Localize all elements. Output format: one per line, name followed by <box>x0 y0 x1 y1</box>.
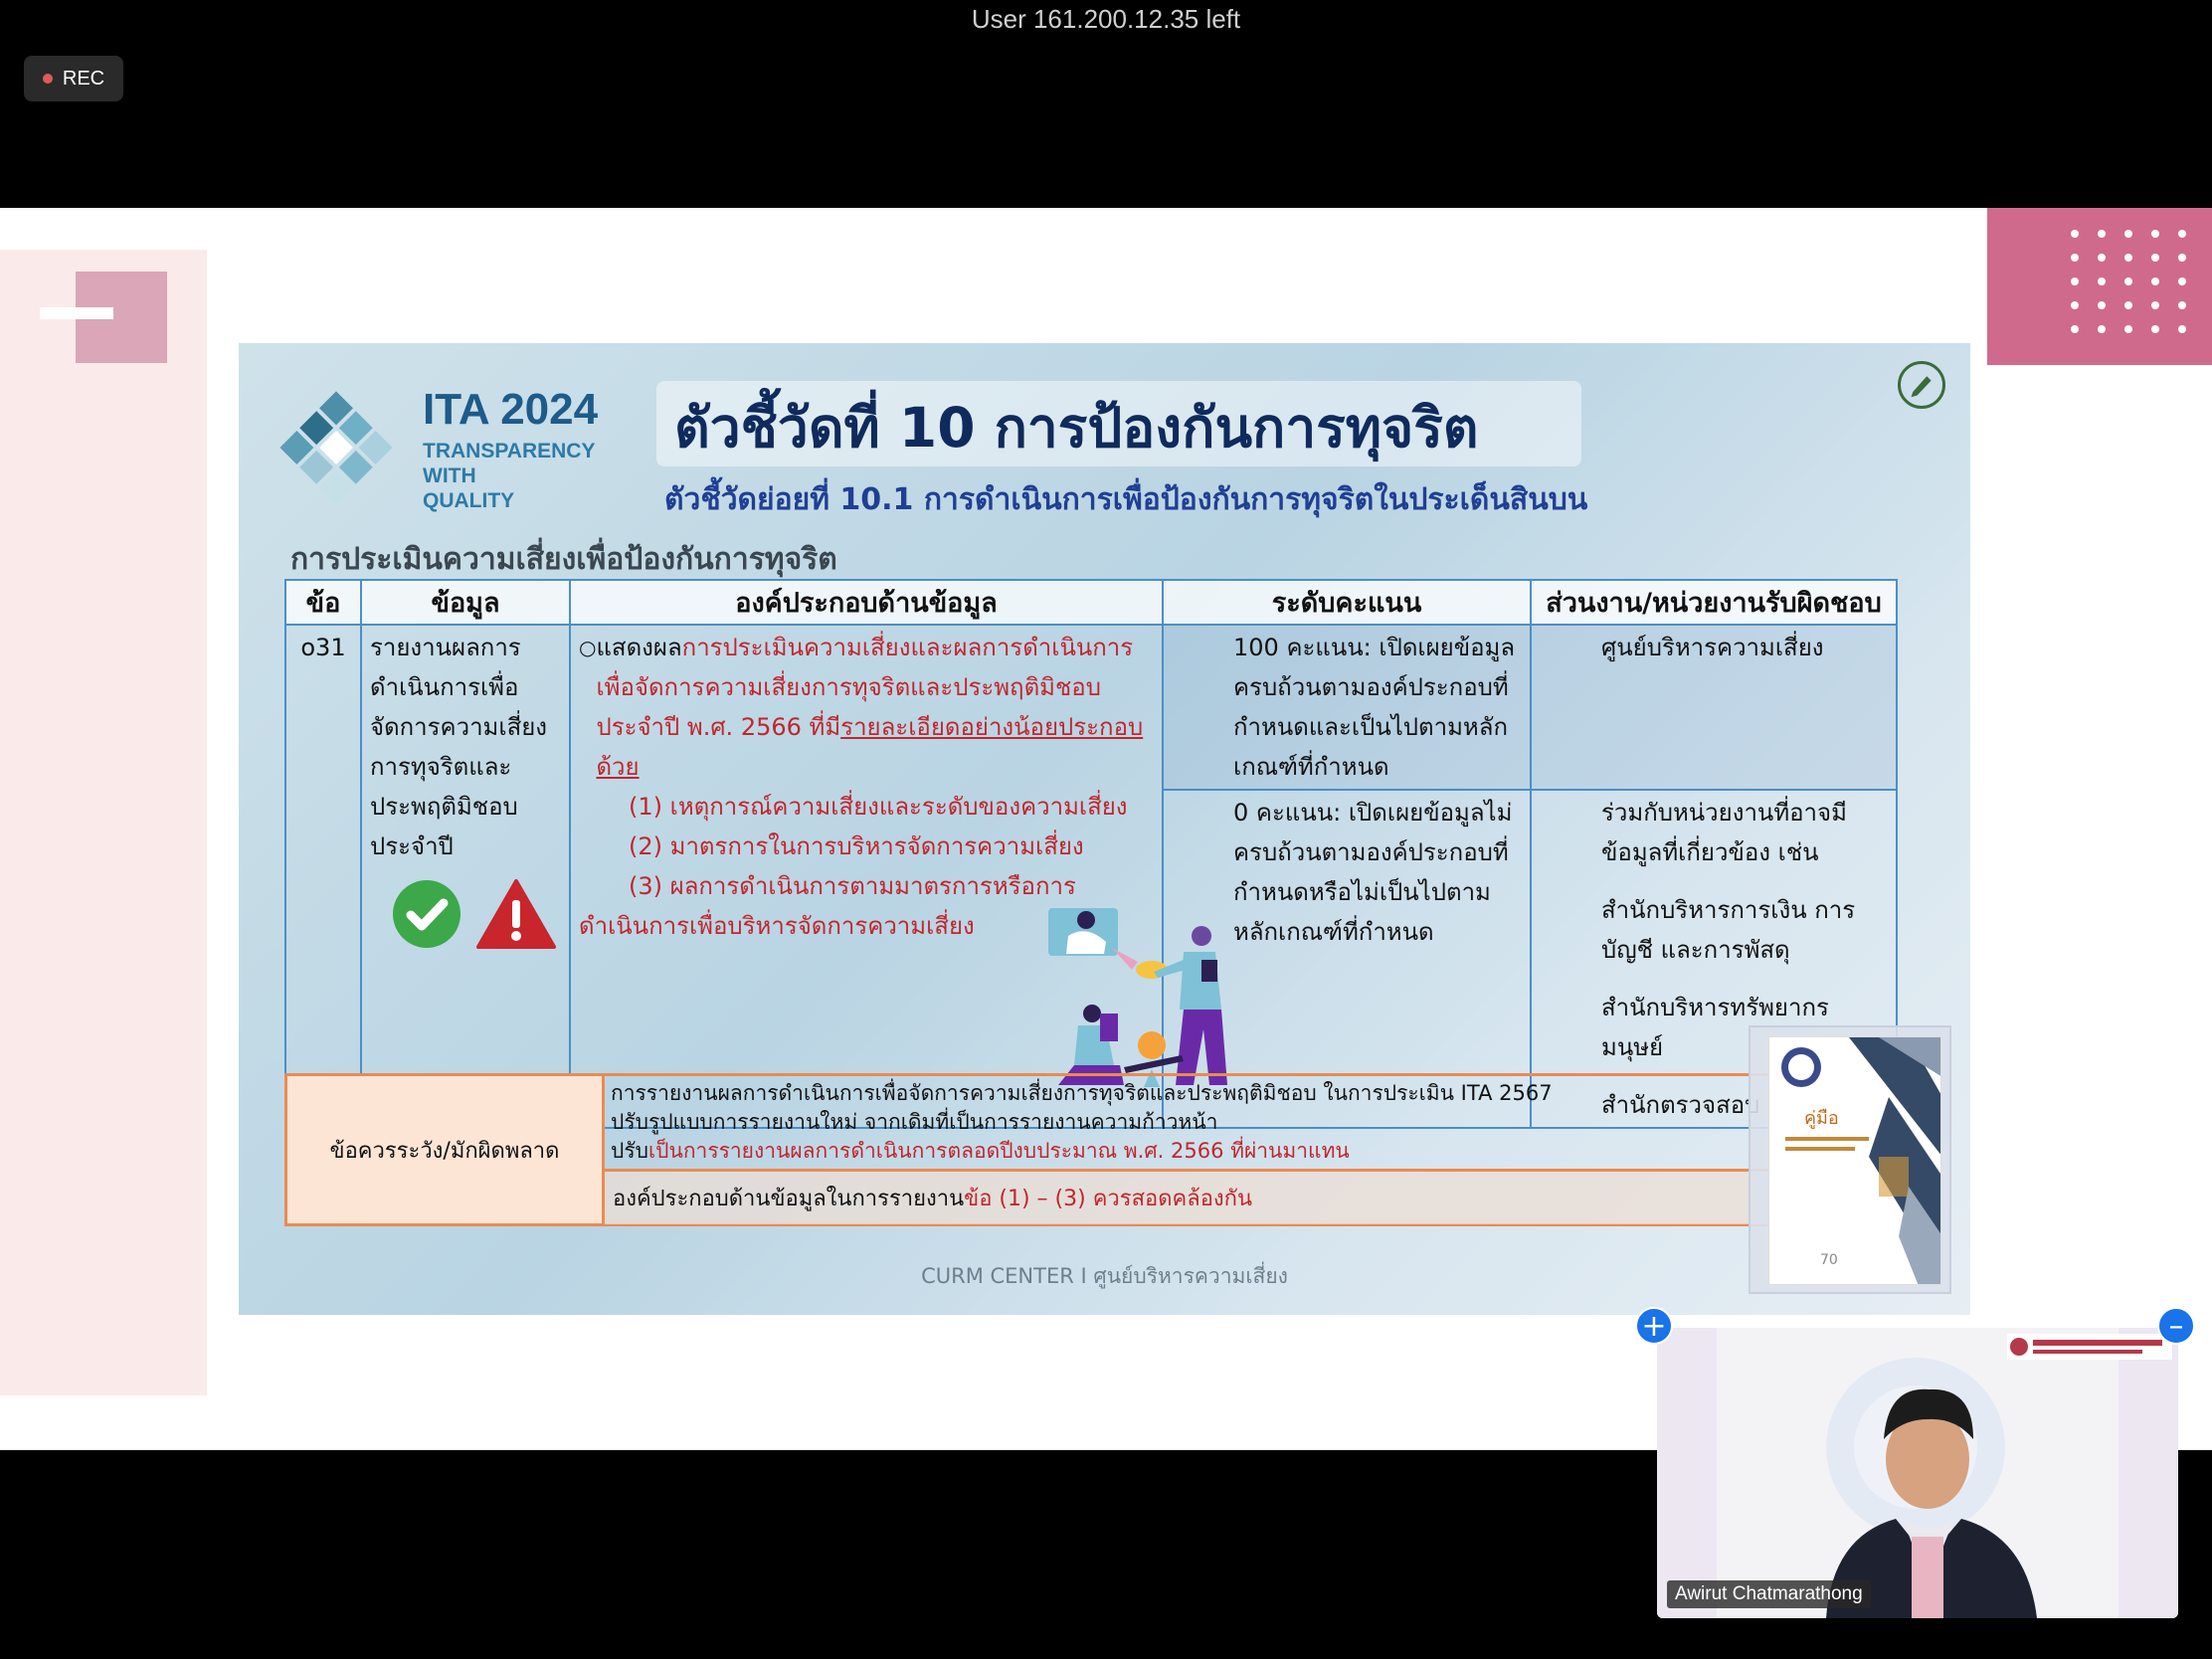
components-intro: แสดงผล <box>596 634 682 661</box>
recording-indicator: REC <box>24 56 123 101</box>
components-bullet-row: ○ แสดงผลการประเมินความเสี่ยงและผลการดำเน… <box>579 628 1154 787</box>
responsible-with-text: ร่วมกับหน่วยงานที่อาจมีข้อมูลที่เกี่ยวข้… <box>1601 799 1847 866</box>
column-header: ระดับคะแนน <box>1162 579 1532 626</box>
handbook-cover-art <box>1781 1037 1940 1284</box>
info-text: รายงานผลการดำเนินการเพื่อจัดการความเสี่ย… <box>370 634 548 860</box>
warning-row-prefix: องค์ประกอบด้านข้อมูลในการรายงาน <box>613 1187 965 1211</box>
score-100-cell: 100 คะแนน: เปิดเผยข้อมูลครบถ้วนตามองค์ปร… <box>1162 624 1532 791</box>
speaker-video-frame <box>1657 1328 2178 1618</box>
warning-line: การรายงานผลการดำเนินการเพื่อจัดการความเส… <box>611 1081 1553 1105</box>
column-header: ข้อ <box>284 579 362 626</box>
enlarge-video-button[interactable]: + <box>1635 1307 1673 1345</box>
logo-title: ITA 2024 <box>423 385 599 434</box>
column-header: องค์ประกอบด้านข้อมูล <box>569 579 1164 626</box>
ita-logo-icon <box>279 391 393 504</box>
participant-left-notice: User 161.200.12.35 left <box>971 4 1241 34</box>
screen-share-area: ITA 2024 TRANSPARENCY WITH QUALITY ตัวชี… <box>0 208 2212 1450</box>
item-number-cell: o31 <box>284 624 362 1129</box>
handbook-title: คู่มือ <box>1804 1108 1839 1129</box>
record-dot-icon <box>42 74 53 84</box>
warning-row-highlight: ข้อ (1) – (3) ควรสอดคล้องกัน <box>964 1187 1253 1211</box>
responsible-unit: สำนักบริหารการเงิน การบัญชี และการพัสดุ <box>1601 896 1856 964</box>
warning-line-highlight: เป็นการรายงานผลการดำเนินการตลอดปีงบประมา… <box>647 1139 1350 1163</box>
presentation-slide: ITA 2024 TRANSPARENCY WITH QUALITY ตัวชี… <box>239 343 1970 1315</box>
rec-label: REC <box>62 67 105 90</box>
annotate-pencil-icon[interactable] <box>1898 361 1945 409</box>
table-header-row: ข้อ ข้อมูล องค์ประกอบด้านข้อมูล ระดับคะแ… <box>284 579 1898 626</box>
column-header: ส่วนงาน/หน่วยงานรับผิดชอบ <box>1530 579 1898 626</box>
bullet-icon: ○ <box>579 636 597 659</box>
section-title: การประเมินความเสี่ยงเพื่อป้องกันการทุจริ… <box>290 542 837 577</box>
warning-label: ข้อควรระวัง/มักผิดพลาด <box>284 1073 605 1226</box>
component-item: (1) เหตุการณ์ความเสี่ยงและระดับของความเส… <box>629 793 1128 821</box>
table-row: o31 รายงานผลการดำเนินการเพื่อจัดการความเ… <box>284 624 1898 1129</box>
warning-triangle-icon <box>476 879 556 949</box>
warning-line-prefix: ปรับ <box>611 1139 648 1163</box>
warning-row-consistency: องค์ประกอบด้านข้อมูลในการรายงาน ข้อ (1) –… <box>605 1169 1816 1224</box>
slide-title: ตัวชี้วัดที่ 10 การป้องกันการทุจริต <box>674 396 1479 460</box>
warning-line: ปรับรูปแบบการรายงานใหม่ จากเดิมที่เป็นกา… <box>611 1110 1218 1134</box>
participant-video-tile[interactable] <box>1657 1328 2178 1618</box>
slide-subtitle: ตัวชี้วัดย่อยที่ 10.1 การดำเนินการเพื่อป… <box>664 482 1588 517</box>
participant-name-label: Awirut Chatmarathong <box>1667 1580 1871 1608</box>
handbook-cover <box>1768 1036 1941 1285</box>
components-year: ประจำปี พ.ศ. 2566 ที่มี <box>596 713 841 741</box>
left-decoration <box>0 250 207 1395</box>
column-header: ข้อมูล <box>360 579 571 626</box>
responsible-main-cell: ศูนย์บริหารความเสี่ยง <box>1530 624 1898 791</box>
slide-footer: CURM CENTER I ศูนย์บริหารความเสี่ยง <box>921 1264 1288 1288</box>
logo-tagline: TRANSPARENCY WITH QUALITY <box>423 440 596 512</box>
corner-bar-decoration <box>40 307 113 319</box>
check-circle-icon <box>393 880 461 948</box>
handbook-page-number: 70 <box>1820 1252 1838 1268</box>
warning-text: การรายงานผลการดำเนินการเพื่อจัดการความเส… <box>611 1079 1553 1166</box>
shrink-video-button[interactable]: – <box>2157 1307 2195 1345</box>
component-item: (2) มาตรการในการบริหารจัดการความเสี่ยง <box>629 832 1084 860</box>
status-icons <box>392 878 561 950</box>
info-cell: รายงานผลการดำเนินการเพื่อจัดการความเสี่ย… <box>360 624 571 1129</box>
dot-grid-decoration <box>1987 208 2212 365</box>
warning-line: ปรับเป็นการรายงานผลการดำเนินการตลอดปีงบป… <box>611 1137 1553 1166</box>
